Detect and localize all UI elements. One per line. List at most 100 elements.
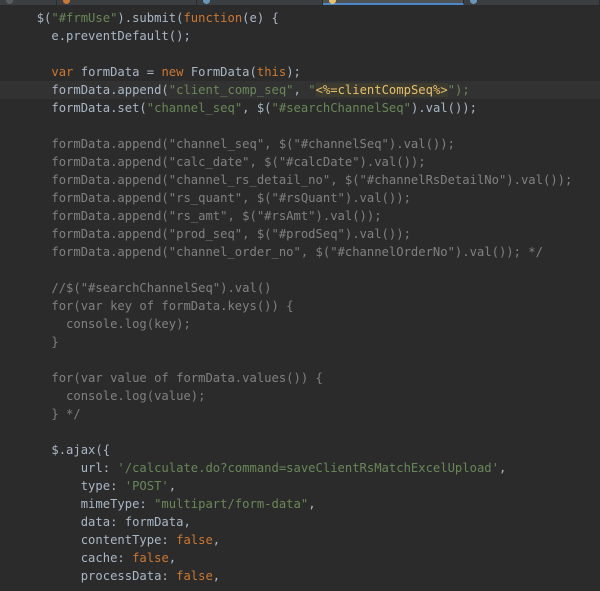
code-token: formData.append("rs_quant", $("#rsQuant"… [51,191,411,205]
code-line[interactable]: } [0,333,600,351]
code-line[interactable]: formData.append("calc_date", $("#calcDat… [0,153,600,171]
code-token: data: formData, [80,515,191,529]
code-token: false [176,533,213,547]
code-token: formData.append("rs_amt", $("#rsAmt").va… [51,209,382,223]
code-line[interactable]: var formData = new FormData(this); [0,63,600,81]
code-token: , [498,461,507,475]
jsp-file-icon [328,0,336,4]
code-token: formData = [80,65,162,79]
code-line[interactable]: e.preventDefault(); [0,27,600,45]
code-token: false [132,551,169,565]
code-line[interactable] [0,261,600,279]
code-token: cache: [80,551,133,565]
code-token: <%=clientCompSeq%> [315,83,448,97]
editor-tab[interactable] [57,0,197,5]
code-token: function [183,11,243,25]
code-line[interactable]: mimeType: "multipart/form-data", [0,495,600,513]
code-token: FormData( [190,65,257,79]
code-line[interactable]: for(var key of formData.keys()) { [0,297,600,315]
code-token: $( [36,11,52,25]
code-line[interactable]: formData.append("prod_seq", $("#prodSeq"… [0,225,600,243]
code-token: formData.set( [51,101,147,115]
code-line[interactable]: $.ajax({ [0,441,600,459]
code-line[interactable]: formData.set("channel_seq", $("#searchCh… [0,99,600,117]
code-token: formData.append("channel_order_no", $("#… [51,245,543,259]
code-token: formData.append("channel_rs_detail_no", … [51,173,573,187]
code-token: formData.append("channel_seq", $("#chann… [51,137,455,151]
code-line[interactable] [0,117,600,135]
code-token: "); [447,83,470,97]
code-line[interactable]: cache: false, [0,549,600,567]
code-token: formData.append( [51,83,169,97]
js-file-icon [6,0,13,4]
code-token: //$("#searchChannelSeq").val() [51,281,272,295]
code-line[interactable] [0,351,600,369]
code-line[interactable]: processData: false, [0,567,600,585]
code-token: "client_comp_seq" [168,83,294,97]
code-line[interactable]: for(var value of formData.values()) { [0,369,600,387]
code-line-current[interactable]: formData.append("client_comp_seq", "<%=c… [0,81,600,99]
code-line[interactable]: formData.append("rs_quant", $("#rsQuant"… [0,189,600,207]
code-line[interactable]: type: 'POST', [0,477,600,495]
code-line[interactable]: formData.append("rs_amt", $("#rsAmt").va… [0,207,600,225]
code-token: "#searchChannelSeq" [271,101,411,115]
code-token: } */ [51,407,81,421]
editor-tab[interactable] [464,0,600,5]
code-token: $.ajax({ [51,443,111,457]
code-line[interactable]: formData.append("channel_seq", $("#chann… [0,135,600,153]
code-line[interactable]: contentType: false, [0,531,600,549]
js-file-icon [62,0,70,4]
code-token: ).submit( [117,11,184,25]
code-token: , [308,497,316,511]
code-line[interactable]: console.log(value); [0,387,600,405]
code-token: "#frmUse" [51,11,118,25]
code-token: '/calculate.do?command=saveClientRsMatch… [117,461,499,475]
code-token: contentType: [80,533,177,547]
editor-tab[interactable] [322,0,464,5]
code-line[interactable]: //$("#searchChannelSeq").val() [0,279,600,297]
code-token: for(var value of formData.values()) { [51,371,323,385]
code-line[interactable]: formData.append("channel_order_no", $("#… [0,243,600,261]
code-line[interactable] [0,423,600,441]
code-line[interactable]: $("#frmUse").submit(function(e) { [0,9,600,27]
code-token: "channel_seq" [146,101,243,115]
code-line[interactable]: url: '/calculate.do?command=saveClientRs… [0,459,600,477]
code-token: , [212,569,221,583]
code-token: console.log(key); [66,317,191,331]
code-token: new [161,65,191,79]
editor-tab[interactable] [197,0,323,5]
code-line[interactable]: data: formData, [0,513,600,531]
editor-tab[interactable] [0,0,57,5]
code-line[interactable]: console.log(key); [0,315,600,333]
code-token: this [256,65,287,79]
code-token: ).val()); [410,101,477,115]
code-token: ); [286,65,301,79]
code-line[interactable]: formData.append("channel_rs_detail_no", … [0,171,600,189]
code-line[interactable] [0,45,600,63]
code-token: , $( [242,101,272,115]
code-token: 'POST' [124,479,169,493]
code-token: mimeType: [80,497,155,511]
code-line[interactable]: } */ [0,405,600,423]
